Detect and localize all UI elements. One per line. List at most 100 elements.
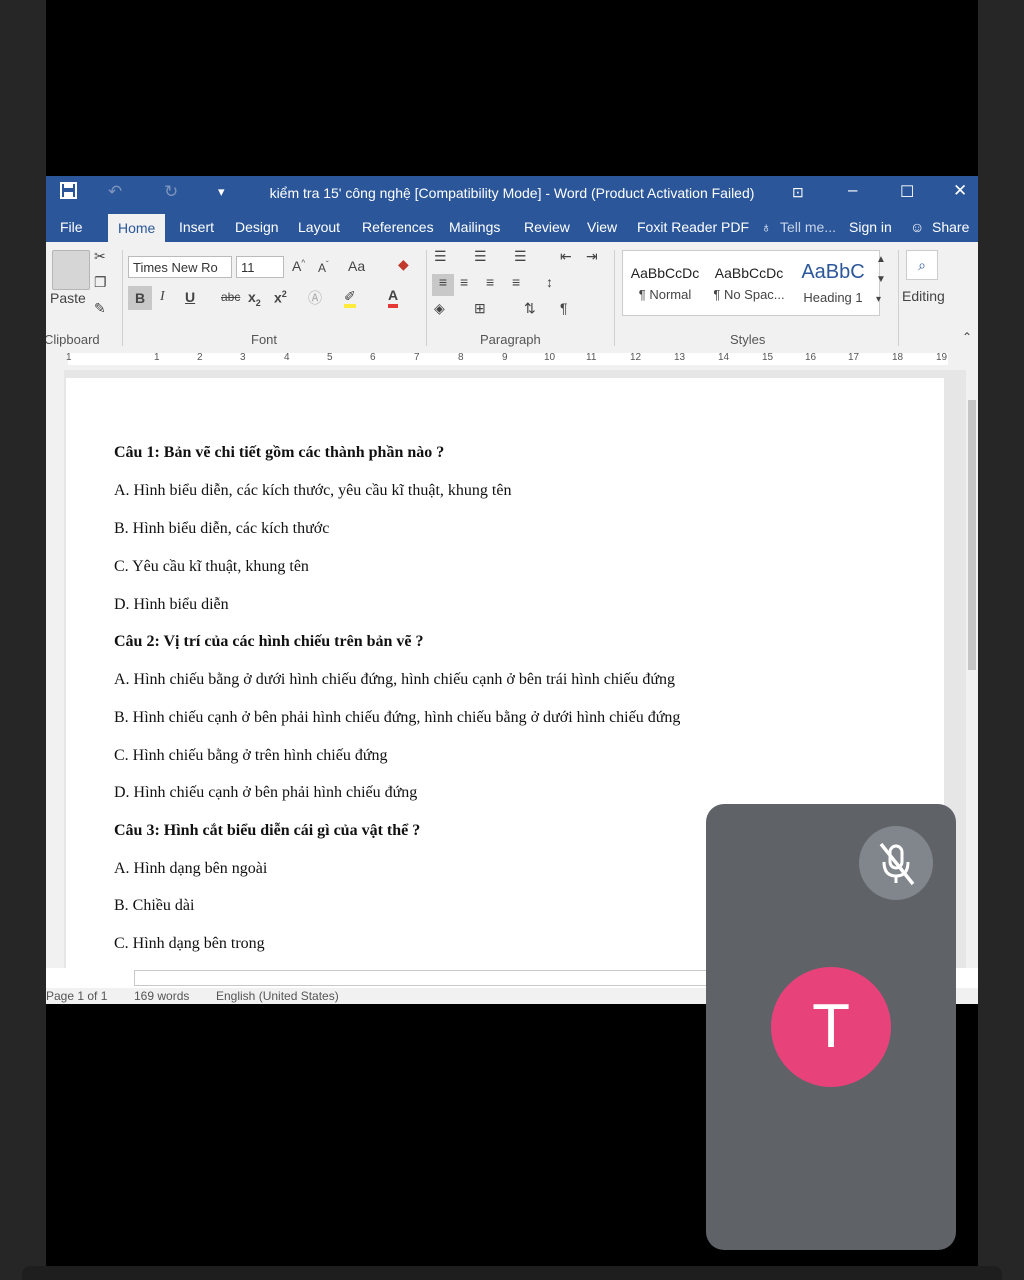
horizontal-ruler: 1 1 2 3 4 5 6 7 8 9 10 11 12 13 14 15 16… [46,348,978,370]
subscript-icon[interactable]: x2 [248,289,261,308]
tab-review[interactable]: Review [524,219,570,235]
justify-icon[interactable]: ≡ [512,274,520,290]
answer-line: A. Hình dạng bên ngoài [114,860,268,877]
sort-icon[interactable]: ⇅ [524,300,536,317]
answer-line: C. Hình dạng bên trong [114,935,265,952]
styles-more-icon[interactable]: ▲ ▼ ▾ [876,250,886,310]
ruler-label: 13 [674,352,686,363]
clear-formatting-icon[interactable]: ◆ [398,256,409,273]
change-case-button[interactable]: Aa [348,258,365,274]
numbering-icon[interactable]: ☰ [474,248,487,265]
collapse-ribbon-icon[interactable]: ⌃ [962,330,972,344]
ruler-label: 9 [502,352,508,363]
ruler-label: 6 [370,352,376,363]
style-normal[interactable]: AaBbCcDc ¶ Normal [623,251,707,315]
answer-line: D. Hình chiếu cạnh ở bên phải hình chiếu… [114,784,418,801]
answer-line: A. Hình biểu diễn, các kích thước, yêu c… [114,482,512,499]
ruler-label: 11 [586,352,597,363]
ribbon-display-options-icon[interactable]: ⊡ [792,184,804,201]
tab-references[interactable]: References [362,219,434,235]
editing-button[interactable]: Editing [902,288,945,304]
ruler-label: 2 [197,352,203,363]
italic-button[interactable]: I [160,289,165,305]
search-icon[interactable]: ⌕ [906,250,938,280]
bold-button[interactable]: B [128,286,152,310]
tab-home[interactable]: Home [108,214,166,242]
divider [122,250,123,346]
underline-button[interactable]: U [185,289,195,305]
ruler-label: 12 [630,352,642,363]
tab-foxit-reader-pdf[interactable]: Foxit Reader PDF [637,219,749,235]
close-icon[interactable]: ✕ [953,181,967,201]
shrink-font-icon[interactable]: Aˇ [318,260,329,275]
ruler-label: 18 [892,352,904,363]
style-heading-1[interactable]: AaBbC Heading 1 [791,251,875,315]
borders-icon[interactable]: ⊞ [474,300,486,317]
style-preview: AaBbC [801,261,865,283]
answer-line: A. Hình chiếu bằng ở dưới hình chiếu đứn… [114,671,676,688]
ruler-label: 8 [458,352,464,363]
decrease-indent-icon[interactable]: ⇤ [560,248,572,265]
group-label-styles: Styles [730,332,766,347]
page-count[interactable]: Page 1 of 1 [46,989,107,1003]
strikethrough-button[interactable]: abc [221,290,240,304]
ribbon-home: Paste ✂ ❐ ✎ Clipboard Times New Ro 11 A^… [46,242,978,349]
align-right-icon[interactable]: ≡ [486,274,494,290]
title-bar: ↶ ↻ ▾ kiểm tra 15' công nghệ [Compatibil… [46,176,978,210]
vertical-scrollbar-thumb[interactable] [968,400,976,670]
question-3: Câu 3: Hình cắt biểu diễn cái gì của vật… [114,822,421,839]
minimize-icon[interactable]: – [848,180,857,200]
left-letterbox [0,0,46,1280]
clipboard-paste-icon[interactable] [52,250,90,290]
shading-icon[interactable]: ◈ [434,300,445,317]
tab-file[interactable]: File [60,219,83,235]
bullets-icon[interactable]: ☰ [434,248,447,265]
tab-view[interactable]: View [587,219,617,235]
ruler-label: 10 [544,352,556,363]
ruler-label: 5 [327,352,333,363]
paste-button[interactable]: Paste [50,290,86,306]
show-formatting-icon[interactable]: ¶ [560,300,568,316]
ruler-label: 3 [240,352,246,363]
answer-line: D. Hình biểu diễn [114,596,229,613]
group-label-font: Font [251,332,278,347]
line-spacing-icon[interactable]: ↕ [546,274,553,290]
ruler-label: 7 [414,352,420,363]
style-name: Heading 1 [803,290,863,305]
style-name: ¶ No Spac... [713,287,785,302]
divider [426,250,427,346]
superscript-icon[interactable]: x2 [274,289,287,306]
tab-layout[interactable]: Layout [298,219,340,235]
text-effects-icon[interactable]: Ⓐ [308,288,322,308]
highlight-icon[interactable]: ✐ [344,288,356,308]
vertical-ruler [46,370,64,968]
grow-font-icon[interactable]: A^ [292,258,305,274]
align-left-icon[interactable]: ≡ [432,274,454,296]
maximize-icon[interactable]: ☐ [900,182,914,202]
sign-in-link[interactable]: Sign in [849,219,892,235]
format-painter-icon[interactable]: ✎ [94,300,106,317]
tell-me-box[interactable]: Tell me... [780,219,836,235]
share-button[interactable]: Share [932,219,969,235]
increase-indent-icon[interactable]: ⇥ [586,248,598,265]
tab-mailings[interactable]: Mailings [449,219,500,235]
style-preview: AaBbCcDc [630,265,700,281]
ruler-label: 19 [936,352,948,363]
lightbulb-icon: ♁ [761,219,772,235]
answer-line: C. Yêu cầu kĩ thuật, khung tên [114,558,309,575]
answer-line: B. Hình biểu diễn, các kích thước [114,520,330,537]
tab-design[interactable]: Design [235,219,279,235]
question-1: Câu 1: Bản vẽ chi tiết gồm các thành phầ… [114,444,445,461]
multilevel-list-icon[interactable]: ☰ [514,248,527,265]
style-no-spacing[interactable]: AaBbCcDc ¶ No Spac... [707,251,791,315]
center-icon[interactable]: ≡ [460,274,468,290]
copy-icon[interactable]: ❐ [94,274,107,291]
font-color-icon[interactable]: A [388,286,399,308]
tab-insert[interactable]: Insert [179,219,214,235]
bottom-sheet-handle [22,1266,1002,1280]
font-name-combo[interactable]: Times New Ro [128,256,232,278]
language-indicator[interactable]: English (United States) [216,989,339,1003]
cut-icon[interactable]: ✂ [94,248,106,265]
word-count[interactable]: 169 words [134,989,189,1003]
font-size-combo[interactable]: 11 [236,256,284,278]
